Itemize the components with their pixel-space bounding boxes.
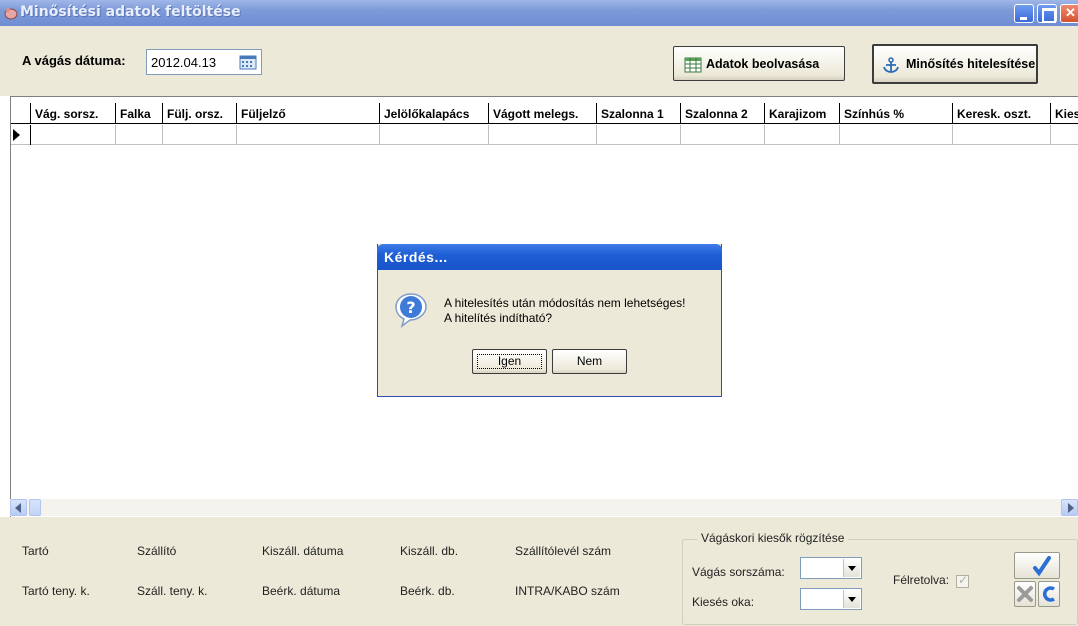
dialog-message-line1: A hitelesítés után módosítás nem lehetsé… bbox=[444, 296, 686, 310]
felretolva-checkbox[interactable] bbox=[956, 573, 969, 588]
column-header[interactable]: Fülj. orsz. bbox=[163, 103, 237, 124]
column-header[interactable]: Színhús % bbox=[840, 103, 953, 124]
column-header[interactable]: Kies bbox=[1051, 103, 1078, 124]
dialog-message: A hitelesítés után módosítás nem lehetsé… bbox=[444, 296, 685, 326]
scroll-left-button[interactable] bbox=[10, 499, 27, 516]
x-icon bbox=[1017, 586, 1033, 602]
check-icon bbox=[1033, 556, 1051, 577]
close-button[interactable] bbox=[1060, 4, 1078, 23]
dialog-message-line2: A hitelítés indítható? bbox=[444, 311, 553, 325]
no-button[interactable]: Nem bbox=[552, 349, 627, 374]
confirm-button[interactable] bbox=[1014, 552, 1060, 579]
kiszall-datum-label: Kiszáll. dátuma bbox=[262, 544, 344, 558]
szallitolevel-label: Szállítólevél szám bbox=[515, 544, 612, 558]
date-label: A vágás dátuma: bbox=[22, 53, 126, 68]
maximize-button[interactable] bbox=[1037, 4, 1057, 23]
no-label-rest: em bbox=[585, 354, 603, 368]
felretolva-label: Félretolva: bbox=[893, 573, 950, 587]
grid-header: Vág. sorsz. Falka Fülj. orsz. Füljelző J… bbox=[11, 103, 1078, 124]
anchor-icon bbox=[883, 57, 899, 73]
svg-text:?: ? bbox=[406, 298, 415, 317]
horizontal-scrollbar[interactable] bbox=[10, 499, 1078, 516]
column-header[interactable]: Jelölőkalapács bbox=[380, 103, 489, 124]
column-header[interactable]: Karajizom bbox=[765, 103, 840, 124]
vagas-sorszama-label: Vágás sorszáma: bbox=[692, 565, 785, 579]
table-row[interactable] bbox=[11, 125, 1078, 145]
read-data-button[interactable]: Adatok beolvasása bbox=[673, 46, 845, 81]
column-header[interactable]: Füljelző bbox=[237, 103, 380, 124]
refresh-button[interactable] bbox=[1038, 581, 1060, 607]
certify-label: Minősítés hitelesítése bbox=[906, 57, 1036, 71]
window-titlebar[interactable]: Minősítési adatok feltöltése bbox=[0, 0, 1078, 26]
pig-app-icon bbox=[4, 8, 18, 20]
column-header[interactable]: Vág. sorsz. bbox=[31, 103, 116, 124]
yes-label-accel: I bbox=[497, 354, 502, 368]
calendar-icon[interactable] bbox=[239, 54, 257, 70]
cancel-button[interactable] bbox=[1014, 581, 1036, 607]
beerk-datum-label: Beérk. dátuma bbox=[262, 584, 341, 598]
beerk-db-label: Beérk. db. bbox=[400, 584, 455, 598]
column-header[interactable]: Szalonna 2 bbox=[681, 103, 765, 124]
read-data-label: Adatok beolvasása bbox=[706, 57, 820, 71]
dialog-title: Kérdés... bbox=[384, 249, 448, 265]
column-header[interactable]: Keresk. oszt. bbox=[953, 103, 1051, 124]
window-title: Minősítési adatok feltöltése bbox=[20, 4, 241, 20]
yes-label-rest: gen bbox=[501, 354, 522, 368]
chevron-down-icon[interactable] bbox=[843, 559, 860, 577]
tarto-label: Tartó bbox=[22, 544, 49, 558]
scroll-thumb[interactable] bbox=[29, 499, 41, 516]
szall-teny-label: Száll. teny. k. bbox=[137, 584, 208, 598]
date-field[interactable]: 2012.04.13 bbox=[146, 49, 262, 75]
refresh-icon bbox=[1043, 586, 1055, 602]
grid-indicator-header bbox=[11, 103, 31, 124]
column-header[interactable]: Szalonna 1 bbox=[597, 103, 681, 124]
minimize-button[interactable] bbox=[1014, 4, 1034, 23]
tarto-teny-label: Tartó teny. k. bbox=[22, 584, 90, 598]
vagas-sorszama-combo[interactable] bbox=[800, 557, 862, 579]
scroll-right-button[interactable] bbox=[1061, 499, 1078, 516]
yes-button[interactable]: Igen bbox=[472, 349, 547, 374]
kieses-oka-combo[interactable] bbox=[800, 588, 862, 610]
dialog-titlebar[interactable]: Kérdés... bbox=[377, 244, 722, 270]
kieses-oka-label: Kiesés oka: bbox=[692, 595, 755, 609]
question-icon: ? bbox=[395, 293, 427, 328]
kiszall-db-label: Kiszáll. db. bbox=[400, 544, 459, 558]
bottom-panel: Tartó Szállító Kiszáll. dátuma Kiszáll. … bbox=[0, 517, 1078, 626]
current-row-indicator bbox=[13, 129, 20, 141]
szallito-label: Szállító bbox=[137, 544, 177, 558]
toolbar: A vágás dátuma: 2012.04.13 Adatok beolva… bbox=[0, 26, 1078, 96]
column-header[interactable]: Vágott melegs. bbox=[489, 103, 597, 124]
table-icon bbox=[684, 57, 702, 73]
chevron-down-icon[interactable] bbox=[843, 590, 860, 608]
certify-button[interactable]: Minősítés hitelesítése bbox=[872, 44, 1038, 84]
intra-label: INTRA/KABO szám bbox=[515, 584, 620, 598]
date-value: 2012.04.13 bbox=[151, 55, 217, 70]
no-label-accel: N bbox=[576, 354, 586, 368]
question-dialog[interactable]: Kérdés... ? A hitelesítés után módosítás… bbox=[377, 244, 722, 397]
groupbox-legend: Vágáskori kiesők rögzítése bbox=[697, 531, 849, 545]
column-header[interactable]: Falka bbox=[116, 103, 163, 124]
